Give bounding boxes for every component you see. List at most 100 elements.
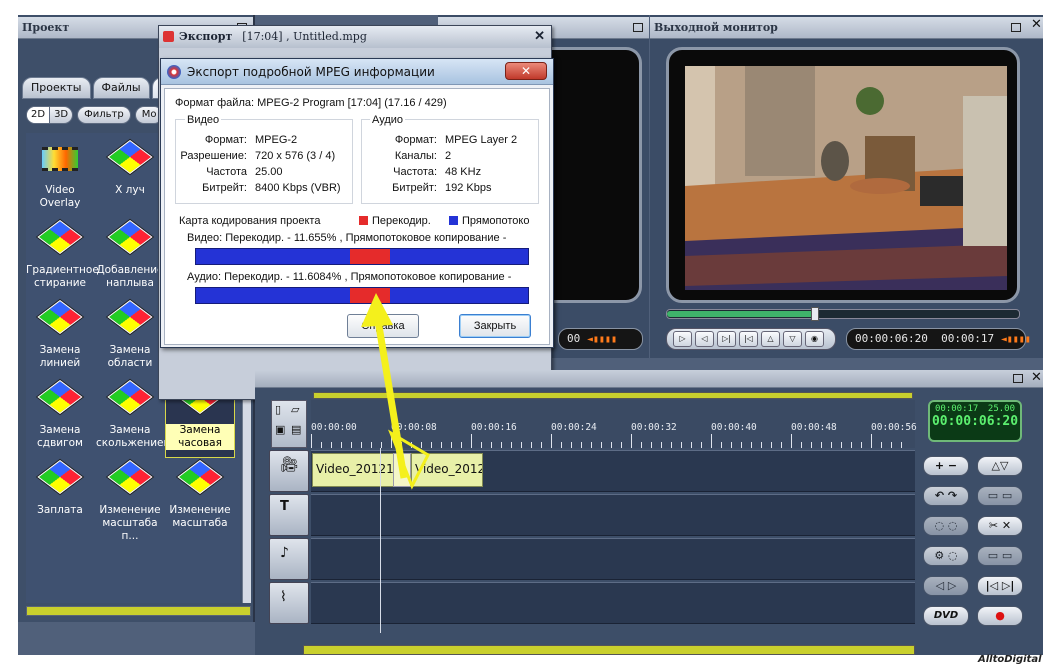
ruler-tick	[691, 442, 692, 448]
close-icon[interactable]: ✕	[534, 26, 545, 48]
snapshot-icon[interactable]: ◉	[805, 331, 824, 347]
timeline-playhead[interactable]	[380, 448, 381, 633]
edge-nav-button[interactable]: |◁ ▷|	[977, 576, 1023, 596]
ruler-tick	[541, 442, 542, 448]
ruler-tick	[501, 442, 502, 448]
ruler-tick	[361, 442, 362, 448]
effect-item[interactable]: Заплата	[26, 457, 94, 537]
ruler-tick	[521, 442, 522, 448]
dialog-close-button[interactable]: ✕	[505, 62, 547, 80]
legend-direct: Прямопотоко	[449, 215, 547, 227]
voice-track[interactable]	[311, 582, 915, 624]
video-clip-2[interactable]: Video_20121	[411, 453, 483, 487]
ruler-tick	[791, 434, 792, 448]
effect-item[interactable]: Video Overlay	[26, 137, 94, 217]
help-button[interactable]: Справка	[347, 314, 419, 338]
ruler-tick	[831, 442, 832, 448]
cut-delete-button[interactable]: ✂ ✕	[977, 516, 1023, 536]
tc-fps: 25.00	[987, 404, 1015, 414]
effects-horizontal-scrollbar[interactable]	[26, 606, 251, 616]
effect-item[interactable]: Добавление наплыва	[96, 217, 164, 297]
effect-item[interactable]: Изменение масштаба	[166, 457, 234, 537]
ruler-tick	[621, 442, 622, 448]
timeline-zoom-bar[interactable]	[313, 392, 913, 399]
video-frame	[685, 66, 1007, 290]
down-icon[interactable]: ▽	[783, 331, 802, 347]
ruler-tick	[901, 442, 902, 448]
filter-button[interactable]: Фильтр	[77, 106, 131, 124]
up-icon[interactable]: △	[761, 331, 780, 347]
go-start-icon[interactable]: |◁	[739, 331, 758, 347]
filter-2d-button[interactable]: 2D	[27, 107, 51, 123]
video-bitrate-value: 8400 Kbps (VBR)	[255, 182, 341, 194]
maximize-icon[interactable]	[1011, 23, 1021, 32]
title-track[interactable]	[311, 494, 915, 536]
ruler-tick	[841, 442, 842, 448]
ruler-tick	[601, 442, 602, 448]
transition-block[interactable]	[393, 453, 411, 487]
open-folder-icon[interactable]: ▱	[291, 403, 299, 416]
ruler-tick	[701, 442, 702, 448]
video-track[interactable]: Video_2012120 Video_20121	[311, 450, 915, 492]
effect-item[interactable]: Замена скольжением	[96, 377, 171, 457]
track-up-down-button[interactable]: △▽	[977, 456, 1023, 476]
output-monitor-title: Выходной монитор	[650, 17, 1043, 39]
effect-item[interactable]: Замена области	[96, 297, 164, 377]
video-resolution-label: Разрешение:	[180, 150, 247, 162]
dialog-title: Экспорт подробной MPEG информации	[187, 65, 435, 79]
effect-item[interactable]: Замена линией	[26, 297, 94, 377]
save-icon[interactable]: ▣	[275, 423, 285, 436]
close-icon[interactable]: ✕	[1031, 18, 1042, 31]
playback-progress-bar[interactable]	[666, 307, 1020, 321]
close-button[interactable]: Закрыть	[459, 314, 531, 338]
dvd-button[interactable]: DVD	[923, 606, 969, 626]
volume-icon[interactable]: ◄▮▮▮▮	[587, 334, 617, 345]
video-format-value: MPEG-2	[255, 134, 298, 146]
maximize-icon[interactable]	[1013, 374, 1023, 383]
effect-label: Изменение масштаба п...	[99, 504, 161, 542]
effect-item[interactable]: Градиентное стирание	[26, 217, 99, 297]
prev-frame-icon[interactable]: ◁	[695, 331, 714, 347]
next-frame-icon[interactable]: ▷|	[717, 331, 736, 347]
video-clip-1[interactable]: Video_2012120	[312, 453, 398, 487]
video-recode-segment	[350, 249, 391, 264]
maximize-icon[interactable]	[633, 23, 643, 32]
zoom-in-out-button[interactable]: + −	[923, 456, 969, 476]
disabled-button-2[interactable]: ▭ ▭	[977, 546, 1023, 566]
disabled-button[interactable]: ▭ ▭	[977, 486, 1023, 506]
play-icon[interactable]: ▷	[673, 331, 692, 347]
effect-item[interactable]: Изменение масштаба п...	[96, 457, 164, 542]
dialog-app-icon	[167, 65, 181, 79]
ruler-tick	[531, 442, 532, 448]
effect-item[interactable]: Замена сдвигом	[26, 377, 94, 457]
split-button[interactable]: ◌ ◌	[923, 516, 969, 536]
timeline-ruler[interactable]: 00:00:00 00:00:08 00:00:16 00:00:24 00:00:32…	[311, 400, 917, 448]
timeline-horizontal-scrollbar[interactable]	[303, 645, 915, 655]
video-resolution-value: 720 x 576 (3 / 4)	[255, 150, 336, 162]
undo-redo-button[interactable]: ↶ ↷	[923, 486, 969, 506]
new-file-icon[interactable]: ▯	[275, 403, 281, 416]
close-icon[interactable]: ✕	[1031, 371, 1042, 384]
progress-handle[interactable]	[810, 307, 819, 321]
record-button[interactable]: ●	[977, 606, 1023, 626]
nav-back-button[interactable]: ◁ ▷	[923, 576, 969, 596]
ruler-tick	[421, 442, 422, 448]
tab-files[interactable]: Файлы	[92, 77, 150, 99]
ruler-tick	[651, 442, 652, 448]
effects-button[interactable]: ⚙ ◌	[923, 546, 969, 566]
volume-icon[interactable]: ◄▮▮▮▮	[1001, 334, 1031, 345]
output-timecode-display: 00:00:06:20 00:00:17 ◄▮▮▮▮	[846, 328, 1031, 350]
ruler-tick	[891, 442, 892, 448]
cube-icon	[107, 459, 153, 499]
music-track[interactable]	[311, 538, 915, 580]
ruler-tick	[871, 434, 872, 448]
video-scene-image	[685, 66, 1007, 290]
ruler-tick	[681, 442, 682, 448]
audio-bar-caption: Аудио: Перекодир. - 11.6084% , Прямопото…	[187, 271, 512, 283]
effect-label: Замена области	[107, 344, 153, 369]
effect-item[interactable]: X луч	[96, 137, 164, 217]
timeline-timecode-display: 00:00:17 25.00 00:00:06:20	[928, 400, 1022, 442]
filter-3d-button[interactable]: 3D	[50, 107, 72, 123]
tab-projects[interactable]: Проекты	[22, 77, 91, 99]
save-as-icon[interactable]: ▤	[291, 423, 301, 436]
